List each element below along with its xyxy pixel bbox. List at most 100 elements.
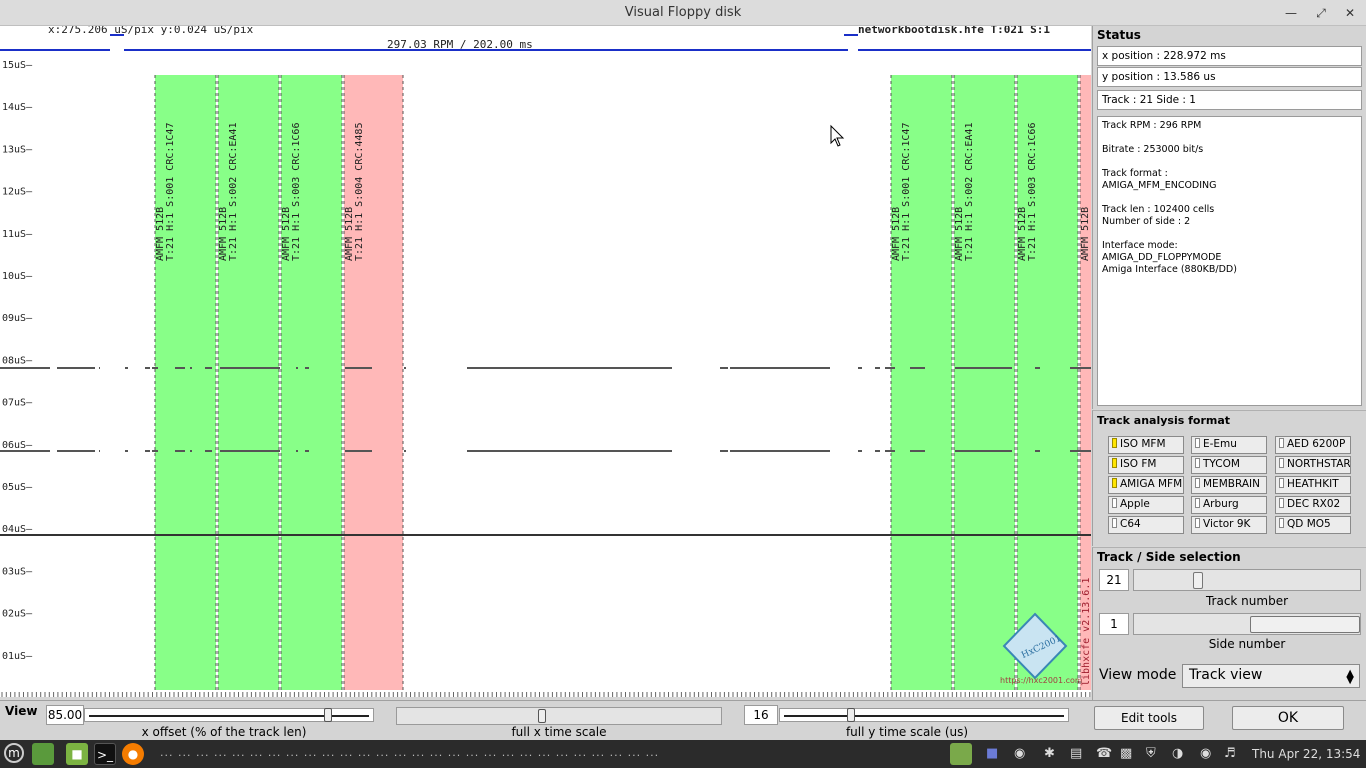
format-toggle-iso-fm[interactable]: ISO FM bbox=[1108, 456, 1184, 474]
menu-icon[interactable]: m bbox=[4, 743, 24, 763]
format-label: AMIGA MFM bbox=[1120, 478, 1183, 490]
format-toggle-qd-mo5[interactable]: QD MO5 bbox=[1275, 516, 1351, 534]
track-view-canvas[interactable]: AMFM 512B T:21 H:1 S:001CRC:1C47 AMFM 512B… bbox=[0, 26, 1091, 697]
y-axis-tick-label: 05uS– bbox=[2, 482, 33, 493]
x-scale-label: full x time scale bbox=[511, 725, 607, 739]
track-view-plot[interactable]: AMFM 512B T:21 H:1 S:001CRC:1C47AMFM 512B… bbox=[0, 26, 1091, 697]
status-panel: Status x position : 228.972 ms y positio… bbox=[1092, 26, 1366, 409]
format-toggle-c64[interactable]: C64 bbox=[1108, 516, 1184, 534]
view-mode-select[interactable]: Track view ▲ ▼ bbox=[1182, 664, 1360, 688]
format-toggle-tycom[interactable]: TYCOM bbox=[1191, 456, 1267, 474]
track-info-line: Track len : 102400 cells bbox=[1102, 204, 1215, 215]
format-toggle-arburg[interactable]: Arburg bbox=[1191, 496, 1267, 514]
format-toggle-dec-rx02[interactable]: DEC RX02 bbox=[1275, 496, 1351, 514]
x-scale-slider[interactable] bbox=[396, 707, 722, 725]
y-axis-tick-label: 01uS– bbox=[2, 651, 33, 662]
format-toggle-aed-6200p[interactable]: AED 6200P bbox=[1275, 436, 1351, 454]
sector-block bbox=[344, 75, 403, 690]
x-offset-value[interactable]: 85.00 bbox=[46, 705, 84, 725]
format-toggle-victor-9k[interactable]: Victor 9K bbox=[1191, 516, 1267, 534]
bluetooth-icon[interactable]: ✱ bbox=[1044, 746, 1055, 761]
edit-tools-button[interactable]: Edit tools bbox=[1094, 706, 1204, 730]
indicator-led-icon bbox=[1195, 498, 1200, 508]
indicator-led-icon bbox=[1112, 478, 1117, 488]
track-info-line: Interface mode: bbox=[1102, 240, 1178, 251]
track-info-line: Amiga Interface (880KB/DD) bbox=[1102, 264, 1237, 275]
analysis-title: Track analysis format bbox=[1097, 414, 1231, 427]
location-icon[interactable]: ◉ bbox=[1200, 746, 1211, 761]
y-axis-tick-label: 13uS– bbox=[2, 144, 33, 155]
maximize-icon[interactable]: ⤢ bbox=[1312, 4, 1330, 22]
side-number-value[interactable]: 1 bbox=[1099, 613, 1129, 635]
show-desktop-icon[interactable] bbox=[32, 743, 54, 765]
sector-track-label: T:21 H:1 S:003 bbox=[1027, 177, 1038, 261]
y-axis-tick-label: 15uS– bbox=[2, 60, 33, 71]
track-info-box: Track RPM : 296 RPM Bitrate : 253000 bit/… bbox=[1097, 116, 1362, 406]
view-mode-label: View mode bbox=[1099, 667, 1177, 683]
y-axis-tick-label: 14uS– bbox=[2, 102, 33, 113]
window-titlebar: Visual Floppy disk — ⤢ ✕ bbox=[0, 0, 1366, 26]
y-axis-tick-label: 06uS– bbox=[2, 440, 33, 451]
volume-icon[interactable]: ♬ bbox=[1224, 746, 1236, 761]
microphone-icon[interactable]: ☎ bbox=[1096, 746, 1112, 761]
track-side-panel: Track / Side selection 21 Track number 1… bbox=[1092, 547, 1366, 700]
clipboard-icon[interactable]: ▤ bbox=[1070, 746, 1082, 761]
format-toggle-northstar[interactable]: NORTHSTAR bbox=[1275, 456, 1351, 474]
format-toggle-apple[interactable]: Apple bbox=[1108, 496, 1184, 514]
format-label: Victor 9K bbox=[1203, 518, 1251, 530]
sector-crc-label: CRC:1C47 bbox=[901, 123, 912, 171]
files-icon[interactable]: ■ bbox=[66, 743, 88, 765]
track-side-title: Track / Side selection bbox=[1097, 550, 1241, 564]
firefox-icon[interactable]: ● bbox=[122, 743, 144, 765]
clock[interactable]: Thu Apr 22, 13:54 bbox=[1252, 747, 1360, 761]
y-scale-knob[interactable] bbox=[847, 708, 856, 722]
terminal-icon[interactable]: >_ bbox=[94, 743, 116, 765]
format-toggle-heathkit[interactable]: HEATHKIT bbox=[1275, 476, 1351, 494]
y-scale-value[interactable]: 16 bbox=[744, 705, 778, 725]
track-number-slider[interactable] bbox=[1133, 569, 1361, 591]
library-version-label: libhxcfe v2.13.6.1 bbox=[1081, 578, 1091, 686]
indicator-led-icon bbox=[1112, 458, 1117, 468]
y-axis-tick-label: 04uS– bbox=[2, 524, 33, 535]
side-slider-knob[interactable] bbox=[1250, 616, 1360, 633]
ok-button[interactable]: OK bbox=[1232, 706, 1344, 730]
teams-icon[interactable]: ■ bbox=[986, 746, 998, 761]
sector-id-label: T:21 H:1 S:003 CRC:1C66 bbox=[291, 123, 302, 261]
y-scale-track bbox=[784, 715, 1064, 717]
shield-icon[interactable]: ⛨ bbox=[1146, 746, 1156, 761]
active-window-icon[interactable] bbox=[950, 743, 972, 765]
rpm-readout: 297.03 RPM / 202.00 ms bbox=[387, 38, 533, 51]
sector-track-label: T:21 bbox=[1090, 237, 1091, 261]
minimize-icon[interactable]: — bbox=[1282, 4, 1300, 22]
indicator-led-icon bbox=[1195, 478, 1200, 488]
track-number-label: Track number bbox=[1205, 594, 1289, 608]
format-label: E-Emu bbox=[1203, 438, 1237, 450]
indicator-led-icon bbox=[1279, 518, 1284, 528]
track-slider-knob[interactable] bbox=[1192, 572, 1203, 589]
x-position-field: x position : 228.972 ms bbox=[1097, 46, 1362, 66]
y-axis-tick-label: 11uS– bbox=[2, 229, 33, 240]
wifi-icon[interactable]: ◑ bbox=[1172, 746, 1183, 761]
taskbar-windows[interactable]: ... ... ... ... ... ... ... ... ... ... … bbox=[160, 746, 659, 759]
format-toggle-membrain[interactable]: MEMBRAIN bbox=[1191, 476, 1267, 494]
track-number-value[interactable]: 21 bbox=[1099, 569, 1129, 591]
sector-crc-label: CRC:EA41 bbox=[964, 123, 975, 171]
format-label: Arburg bbox=[1203, 498, 1239, 510]
x-offset-slider[interactable] bbox=[84, 708, 374, 722]
indicator-led-icon bbox=[1112, 498, 1117, 508]
format-toggle-iso-mfm[interactable]: ISO MFM bbox=[1108, 436, 1184, 454]
notes-icon[interactable]: ▩ bbox=[1120, 746, 1132, 761]
format-label: HEATHKIT bbox=[1287, 478, 1339, 490]
y-scale-slider[interactable] bbox=[779, 708, 1069, 722]
sector-track-label: T:21 H:1 S:002 bbox=[964, 177, 975, 261]
format-toggle-e-emu[interactable]: E-Emu bbox=[1191, 436, 1267, 454]
side-number-slider[interactable] bbox=[1133, 613, 1361, 635]
sector-crc-label: CRC:1C66 bbox=[291, 123, 302, 171]
discord-icon[interactable]: ◉ bbox=[1014, 746, 1025, 761]
format-toggle-amiga-mfm[interactable]: AMIGA MFM bbox=[1108, 476, 1184, 494]
x-scale-knob[interactable] bbox=[538, 709, 547, 723]
close-icon[interactable]: ✕ bbox=[1341, 4, 1359, 22]
x-offset-knob[interactable] bbox=[323, 708, 332, 722]
sector-crc-label: CRC:4485 bbox=[354, 123, 365, 171]
track-info-line bbox=[1102, 192, 1357, 204]
